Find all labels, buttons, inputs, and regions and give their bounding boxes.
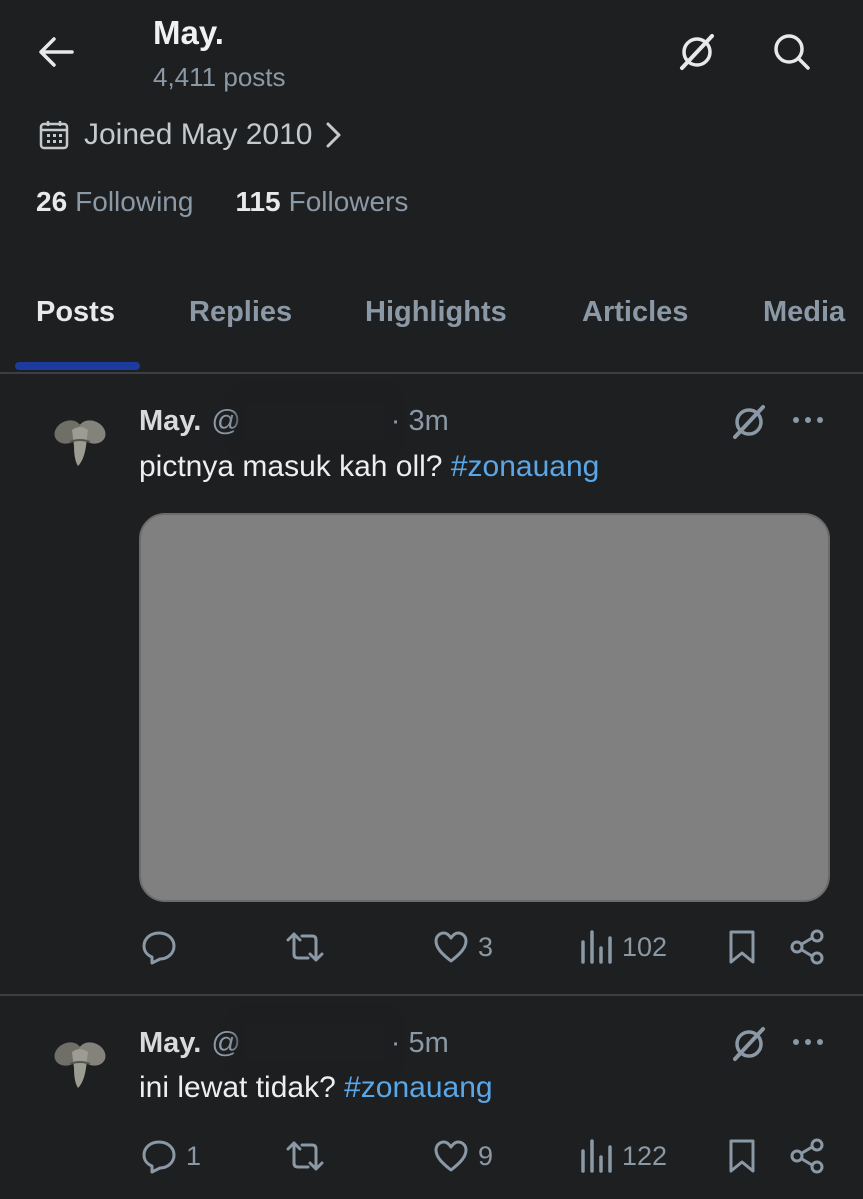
followers-count: 115 — [235, 186, 281, 217]
grok-icon — [733, 405, 765, 439]
repost-button[interactable] — [284, 1137, 334, 1175]
active-tab-indicator — [15, 362, 140, 370]
post-handle[interactable]: @ — [211, 405, 240, 438]
views-count: 102 — [622, 931, 668, 962]
grok-button[interactable] — [673, 28, 721, 76]
bookmark-icon — [729, 1139, 755, 1173]
joined-text: Joined May 2010 — [84, 118, 313, 151]
tab-posts[interactable]: Posts — [36, 296, 115, 329]
followers-label: Followers — [288, 186, 409, 217]
hashtag-link[interactable]: #zonauang — [451, 450, 599, 483]
post-author-name[interactable]: May. — [139, 405, 201, 438]
post-header: May. @ · 5m — [139, 1024, 449, 1062]
tabs-divider — [0, 372, 863, 374]
heart-icon — [434, 1140, 468, 1172]
bookmark-button[interactable] — [726, 928, 766, 966]
redacted-handle — [244, 402, 385, 440]
avatar[interactable] — [50, 1032, 110, 1092]
profile-name: May. — [153, 14, 224, 51]
reply-count: 1 — [186, 1140, 202, 1171]
following-link[interactable]: 26 Following — [36, 186, 193, 218]
grok-icon — [733, 1027, 765, 1061]
profile-tabs: Posts Replies Highlights Articles Media — [0, 296, 863, 336]
share-button[interactable] — [788, 928, 834, 966]
views-icon — [581, 1139, 612, 1173]
post-author-name[interactable]: May. — [139, 1027, 201, 1060]
repost-icon — [286, 1141, 324, 1171]
bookmark-icon — [729, 930, 755, 964]
share-button[interactable] — [788, 1137, 834, 1175]
repost-button[interactable] — [284, 928, 334, 966]
more-button[interactable] — [790, 1030, 826, 1054]
share-icon — [790, 929, 824, 965]
post-body: ini lewat tidak? — [139, 1071, 336, 1104]
grok-icon — [680, 34, 714, 70]
tab-replies[interactable]: Replies — [189, 296, 292, 329]
more-icon — [793, 1039, 823, 1045]
grok-button[interactable] — [727, 400, 771, 444]
reply-icon — [142, 931, 176, 965]
back-arrow-icon — [39, 37, 74, 67]
tab-media[interactable]: Media — [763, 296, 845, 329]
repost-icon — [286, 932, 324, 962]
post-time: · 5m — [390, 1026, 449, 1059]
heart-icon — [434, 931, 468, 963]
post-body: pictnya masuk kah oll? — [139, 450, 443, 483]
avatar[interactable] — [50, 410, 110, 470]
like-count: 3 — [478, 931, 494, 962]
follow-stats: 26 Following 115 Followers — [36, 186, 408, 218]
views-button[interactable]: 102 — [578, 928, 667, 966]
reply-button[interactable] — [140, 928, 186, 966]
reply-icon — [142, 1140, 176, 1174]
post-header: May. @ · 3m — [139, 402, 449, 440]
followers-link[interactable]: 115 Followers — [235, 186, 408, 218]
search-button[interactable] — [768, 28, 816, 76]
calendar-icon — [38, 119, 70, 151]
views-count: 122 — [622, 1140, 668, 1171]
reply-button[interactable]: 1 — [140, 1137, 201, 1175]
post-text: pictnya masuk kah oll? #zonauang — [139, 450, 599, 484]
following-count: 26 — [36, 186, 68, 217]
tab-articles[interactable]: Articles — [582, 296, 688, 329]
like-button[interactable]: 9 — [432, 1137, 493, 1175]
tab-highlights[interactable]: Highlights — [365, 296, 507, 329]
post-text: ini lewat tidak? #zonauang — [139, 1071, 493, 1105]
post-divider — [0, 994, 863, 996]
like-button[interactable]: 3 — [432, 928, 493, 966]
back-button[interactable] — [36, 34, 76, 70]
like-count: 9 — [478, 1140, 494, 1171]
views-icon — [581, 930, 612, 964]
more-icon — [793, 417, 823, 423]
more-button[interactable] — [790, 408, 826, 432]
post-time: · 3m — [390, 404, 449, 437]
following-label: Following — [75, 186, 194, 217]
posts-count: 4,411 posts — [153, 62, 286, 92]
redacted-handle — [244, 1024, 385, 1062]
share-icon — [790, 1138, 824, 1174]
bookmark-button[interactable] — [726, 1137, 766, 1175]
post-handle[interactable]: @ — [211, 1027, 240, 1060]
joined-date-link[interactable]: Joined May 2010 — [38, 118, 345, 152]
grok-button[interactable] — [727, 1022, 771, 1066]
search-icon — [774, 34, 810, 70]
views-button[interactable]: 122 — [578, 1137, 667, 1175]
post-media[interactable] — [139, 513, 830, 902]
chevron-right-icon — [323, 120, 345, 150]
hashtag-link[interactable]: #zonauang — [344, 1071, 492, 1104]
